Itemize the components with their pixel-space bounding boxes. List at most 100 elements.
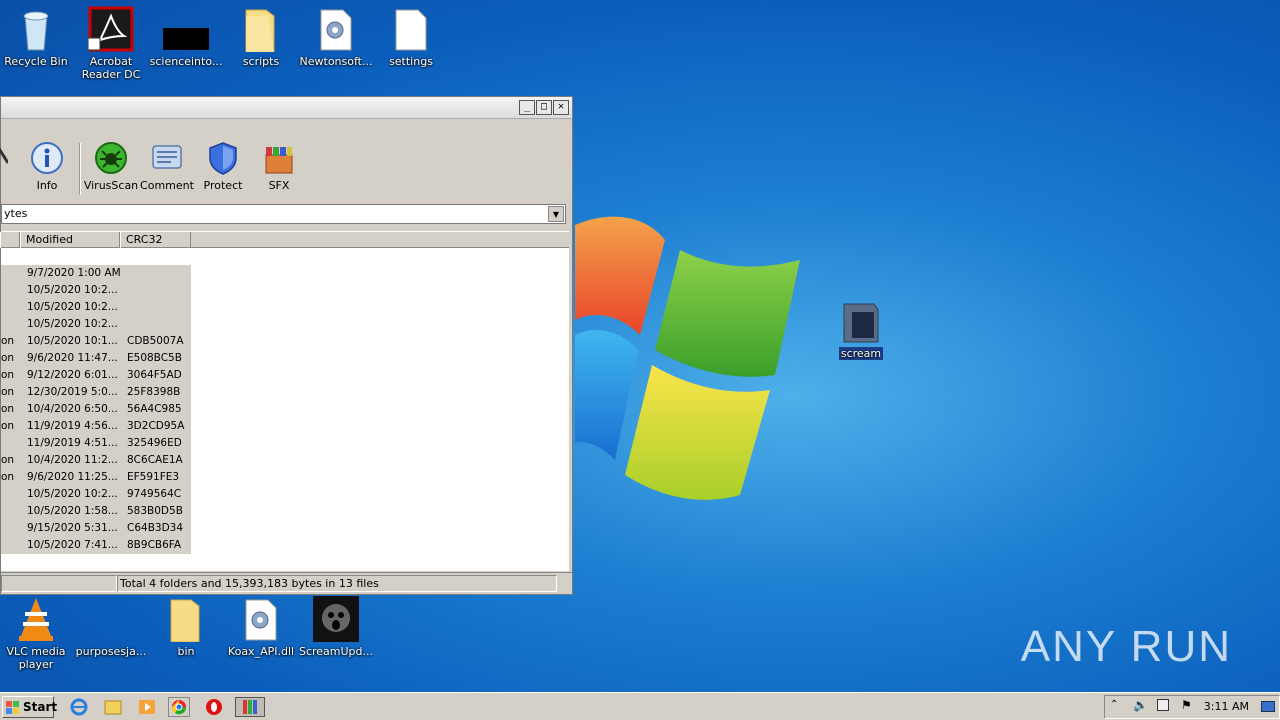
row-modified: 11/9/2019 4:51...: [27, 437, 118, 449]
row-modified: 10/5/2020 1:58...: [27, 505, 118, 517]
volume-icon[interactable]: 🔈: [1133, 698, 1148, 712]
toolbar-label: VirusScan: [83, 179, 139, 192]
path-combobox[interactable]: ytes ▼: [1, 204, 566, 224]
row-name-fragment: on: [1, 454, 15, 466]
row-modified: 10/5/2020 10:2...: [27, 488, 118, 500]
chevron-up-icon[interactable]: ⌃: [1110, 699, 1118, 710]
minimize-button[interactable]: _: [519, 100, 535, 115]
desktop-icon-scream[interactable]: scream: [822, 298, 900, 360]
row-crc32: 3D2CD95A: [127, 420, 185, 432]
table-row[interactable]: on 9/12/2020 6:01... 3064F5AD: [1, 367, 191, 384]
desktop-icon-koax[interactable]: Koax_API.dll: [222, 596, 300, 658]
desktop-icon-scienceinto[interactable]: scienceinto...: [147, 6, 225, 68]
recycle-bin-icon: [13, 6, 59, 52]
path-text: ytes: [4, 207, 28, 220]
row-crc32: EF591FE3: [127, 471, 180, 483]
toolbar: rd Info VirusScan Comment Protect: [0, 137, 572, 199]
close-button[interactable]: ✕: [553, 100, 569, 115]
table-row[interactable]: on 9/6/2020 11:47... E508BC5B: [1, 350, 191, 367]
row-crc32: 583B0D5B: [127, 505, 183, 517]
desktop-icon-recycle-bin[interactable]: Recycle Bin: [0, 6, 75, 68]
table-row[interactable]: 10/5/2020 10:2... 9749564C: [1, 486, 191, 503]
status-text: Total 4 folders and 15,393,183 bytes in …: [117, 575, 557, 592]
row-crc32: 3064F5AD: [127, 369, 182, 381]
row-modified: 10/5/2020 10:2...: [27, 284, 118, 296]
clock[interactable]: 3:11 AM: [1204, 700, 1249, 713]
row-name-fragment: on: [1, 335, 15, 347]
table-row[interactable]: 10/5/2020 10:2...: [1, 282, 191, 299]
desktop-icon-purposesja[interactable]: purposesja...: [72, 596, 150, 658]
table-row[interactable]: on 11/9/2019 4:56... 3D2CD95A: [1, 418, 191, 435]
toolbar-separator: [79, 143, 81, 195]
status-bar: Total 4 folders and 15,393,183 bytes in …: [1, 572, 572, 594]
toolbar-comment-button[interactable]: Comment: [139, 141, 195, 192]
row-modified: 10/5/2020 7:41...: [27, 539, 118, 551]
table-row[interactable]: 11/9/2019 4:51... 325496ED: [1, 435, 191, 452]
column-header-crc32[interactable]: CRC32: [120, 232, 191, 248]
desktop-icon-label: scream: [838, 347, 884, 360]
toolbar-virusscan-button[interactable]: VirusScan: [83, 141, 139, 192]
table-row[interactable]: 9/15/2020 5:31... C64B3D34: [1, 520, 191, 537]
row-crc32: 56A4C985: [127, 403, 182, 415]
table-row[interactable]: 10/5/2020 7:41... 8B9CB6FA: [1, 537, 191, 554]
anyrun-watermark: ANY RUN: [1020, 622, 1232, 671]
sfx-icon: [262, 141, 296, 175]
desktop-icon-label: VLC media player: [6, 645, 66, 671]
system-tray: ⌃ 🔈 ⚑ 3:11 AM: [1104, 695, 1280, 719]
dark-folder-icon: [838, 298, 884, 344]
action-center-flag-icon[interactable]: ⚑: [1181, 698, 1192, 712]
show-desktop-icon[interactable]: [1261, 701, 1275, 712]
column-header-modified[interactable]: Modified: [20, 232, 120, 248]
desktop-icon-bin[interactable]: bin: [147, 596, 225, 658]
row-name-fragment: on: [1, 420, 15, 432]
toolbar-info-button[interactable]: Info: [19, 141, 75, 192]
table-row[interactable]: on 10/4/2020 11:2... 8C6CAE1A: [1, 452, 191, 469]
maximize-button[interactable]: □: [536, 100, 552, 115]
network-icon[interactable]: [1157, 699, 1169, 711]
media-player-icon[interactable]: [136, 697, 158, 717]
window-titlebar[interactable]: _ □ ✕: [1, 97, 572, 119]
toolbar-protect-button[interactable]: Protect: [195, 141, 251, 192]
table-row[interactable]: on 10/5/2020 10:1... CDB5007A: [1, 333, 191, 350]
row-modified: 10/4/2020 11:2...: [27, 454, 118, 466]
toolbar-sfx-button[interactable]: SFX: [251, 141, 307, 192]
winrar-window[interactable]: _ □ ✕ rd Info VirusScan: [0, 96, 573, 595]
row-crc32: 25F8398B: [127, 386, 181, 398]
row-crc32: 9749564C: [127, 488, 182, 500]
table-row[interactable]: 10/5/2020 10:2...: [1, 316, 191, 333]
row-modified: 10/4/2020 6:50...: [27, 403, 118, 415]
opera-icon[interactable]: [203, 697, 225, 717]
desktop-icon-screamupd[interactable]: ScreamUpd...: [297, 596, 375, 658]
shield-icon: [206, 141, 240, 175]
start-label: Start: [23, 700, 58, 714]
table-row[interactable]: 10/5/2020 1:58... 583B0D5B: [1, 503, 191, 520]
toolbar-wizard-button[interactable]: rd: [0, 141, 19, 192]
file-icon: [388, 6, 434, 52]
desktop-icon-newtonsoft[interactable]: Newtonsoft...: [297, 6, 375, 68]
file-list[interactable]: 9/7/2020 1:00 AM 10/5/2020 10:2... 10/5/20…: [1, 248, 569, 571]
winrar-taskbar-icon[interactable]: [235, 697, 265, 717]
row-modified: 9/6/2020 11:47...: [27, 352, 118, 364]
table-row[interactable]: on 12/30/2019 5:0... 25F8398B: [1, 384, 191, 401]
table-row[interactable]: on 9/6/2020 11:25... EF591FE3: [1, 469, 191, 486]
desktop-icon-scripts[interactable]: scripts: [222, 6, 300, 68]
taskbar: Start ⌃ 🔈 ⚑ 3:11 AM: [0, 692, 1280, 720]
row-name-fragment: on: [1, 369, 15, 381]
desktop-icon-vlc[interactable]: VLC media player: [0, 596, 75, 671]
explorer-icon[interactable]: [102, 697, 124, 717]
ie-icon[interactable]: [68, 697, 90, 717]
start-button[interactable]: Start: [2, 696, 58, 718]
folder-icon: [163, 596, 209, 643]
table-row[interactable]: on 10/4/2020 6:50... 56A4C985: [1, 401, 191, 418]
chevron-down-icon[interactable]: ▼: [548, 206, 564, 222]
comment-icon: [150, 141, 184, 175]
table-row[interactable]: 9/7/2020 1:00 AM: [1, 265, 191, 282]
toolbar-label: Protect: [203, 179, 243, 192]
file-list-header: Modified CRC32: [0, 231, 569, 248]
column-header-name[interactable]: [0, 232, 20, 248]
desktop-icon-acrobat[interactable]: Acrobat Reader DC: [72, 6, 150, 81]
table-row[interactable]: 10/5/2020 10:2...: [1, 299, 191, 316]
desktop-icon-label: scripts: [242, 55, 280, 68]
chrome-icon[interactable]: [168, 697, 190, 717]
desktop-icon-settings[interactable]: settings: [372, 6, 450, 68]
